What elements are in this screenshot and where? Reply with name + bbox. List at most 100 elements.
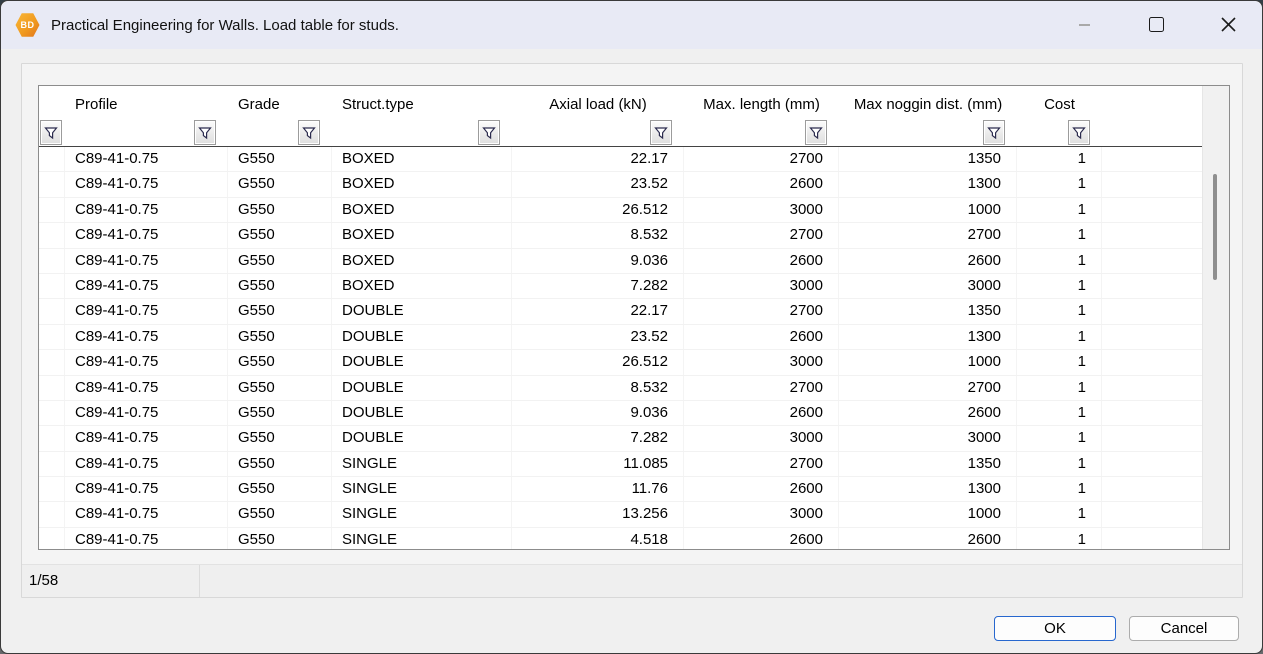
filter-cell-axial-load-kn[interactable] — [512, 116, 684, 146]
column-header-grade[interactable]: Grade — [228, 96, 332, 116]
minimize-button[interactable] — [1061, 1, 1107, 48]
filter-cell-struct-type[interactable] — [332, 116, 512, 146]
cell-profile[interactable]: C89-41-0.75 — [65, 223, 228, 247]
cell-cost[interactable]: 1 — [1017, 376, 1102, 400]
column-header-axial-load-kn[interactable]: Axial load (kN) — [512, 96, 684, 116]
cell-cost[interactable]: 1 — [1017, 223, 1102, 247]
cell-axial-load-kn[interactable]: 7.282 — [512, 426, 684, 450]
cell-profile[interactable]: C89-41-0.75 — [65, 376, 228, 400]
cell-axial-load-kn[interactable]: 26.512 — [512, 350, 684, 374]
row-indicator-cell[interactable] — [39, 376, 65, 400]
cell-struct-type[interactable]: SINGLE — [332, 477, 512, 501]
cell-profile[interactable]: C89-41-0.75 — [65, 147, 228, 171]
cell-struct-type[interactable]: BOXED — [332, 223, 512, 247]
cell-cost[interactable]: 1 — [1017, 249, 1102, 273]
cell-cost[interactable]: 1 — [1017, 502, 1102, 526]
cell-axial-load-kn[interactable]: 13.256 — [512, 502, 684, 526]
filter-button-row-indicator[interactable] — [40, 120, 62, 145]
cell-grade[interactable]: G550 — [228, 477, 332, 501]
column-header-struct-type[interactable]: Struct.type — [332, 96, 512, 116]
cell-cost[interactable]: 1 — [1017, 401, 1102, 425]
cell-max-length-mm[interactable]: 2700 — [684, 452, 839, 476]
cell-profile[interactable]: C89-41-0.75 — [65, 401, 228, 425]
cell-profile[interactable]: C89-41-0.75 — [65, 198, 228, 222]
table-row[interactable]: C89-41-0.75G550DOUBLE8.532270027001 — [39, 376, 1229, 401]
filter-cell-max-noggin-dist-mm[interactable] — [839, 116, 1017, 146]
cell-struct-type[interactable]: BOXED — [332, 198, 512, 222]
close-button[interactable] — [1205, 1, 1251, 48]
cell-profile[interactable]: C89-41-0.75 — [65, 325, 228, 349]
cell-profile[interactable]: C89-41-0.75 — [65, 477, 228, 501]
cell-struct-type[interactable]: DOUBLE — [332, 299, 512, 323]
cell-profile[interactable]: C89-41-0.75 — [65, 528, 228, 549]
cell-grade[interactable]: G550 — [228, 249, 332, 273]
cell-max-noggin-dist-mm[interactable]: 2700 — [839, 223, 1017, 247]
filter-button-max-length-mm[interactable] — [805, 120, 827, 145]
filter-button-cost[interactable] — [1068, 120, 1090, 145]
cell-max-length-mm[interactable]: 2700 — [684, 376, 839, 400]
cell-max-length-mm[interactable]: 3000 — [684, 426, 839, 450]
cell-axial-load-kn[interactable]: 23.52 — [512, 325, 684, 349]
cell-max-noggin-dist-mm[interactable]: 2600 — [839, 401, 1017, 425]
row-indicator-cell[interactable] — [39, 452, 65, 476]
row-indicator-cell[interactable] — [39, 401, 65, 425]
row-indicator-cell[interactable] — [39, 198, 65, 222]
filter-cell-grade[interactable] — [228, 116, 332, 146]
row-indicator-cell[interactable] — [39, 350, 65, 374]
cell-axial-load-kn[interactable]: 8.532 — [512, 223, 684, 247]
cell-grade[interactable]: G550 — [228, 274, 332, 298]
cell-struct-type[interactable]: DOUBLE — [332, 350, 512, 374]
cell-axial-load-kn[interactable]: 8.532 — [512, 376, 684, 400]
cell-grade[interactable]: G550 — [228, 401, 332, 425]
table-row[interactable]: C89-41-0.75G550DOUBLE23.52260013001 — [39, 325, 1229, 350]
cell-struct-type[interactable]: SINGLE — [332, 452, 512, 476]
cell-max-noggin-dist-mm[interactable]: 1300 — [839, 172, 1017, 196]
cell-axial-load-kn[interactable]: 26.512 — [512, 198, 684, 222]
table-row[interactable]: C89-41-0.75G550SINGLE13.256300010001 — [39, 502, 1229, 527]
cell-struct-type[interactable]: DOUBLE — [332, 401, 512, 425]
cell-grade[interactable]: G550 — [228, 528, 332, 549]
cell-grade[interactable]: G550 — [228, 502, 332, 526]
cell-max-length-mm[interactable]: 2600 — [684, 528, 839, 549]
cell-max-noggin-dist-mm[interactable]: 1350 — [839, 452, 1017, 476]
cell-max-noggin-dist-mm[interactable]: 1000 — [839, 198, 1017, 222]
cell-profile[interactable]: C89-41-0.75 — [65, 502, 228, 526]
cell-cost[interactable]: 1 — [1017, 299, 1102, 323]
cell-cost[interactable]: 1 — [1017, 452, 1102, 476]
filter-cell-profile[interactable] — [65, 116, 228, 146]
cell-axial-load-kn[interactable]: 7.282 — [512, 274, 684, 298]
cell-struct-type[interactable]: DOUBLE — [332, 376, 512, 400]
cell-max-noggin-dist-mm[interactable]: 1300 — [839, 477, 1017, 501]
cell-max-length-mm[interactable]: 2600 — [684, 172, 839, 196]
cell-profile[interactable]: C89-41-0.75 — [65, 172, 228, 196]
cell-max-length-mm[interactable]: 2600 — [684, 325, 839, 349]
filter-button-max-noggin-dist-mm[interactable] — [983, 120, 1005, 145]
filter-cell-max-length-mm[interactable] — [684, 116, 839, 146]
cell-axial-load-kn[interactable]: 11.76 — [512, 477, 684, 501]
vertical-scrollbar[interactable] — [1202, 86, 1229, 549]
cell-cost[interactable]: 1 — [1017, 172, 1102, 196]
cell-profile[interactable]: C89-41-0.75 — [65, 299, 228, 323]
cell-grade[interactable]: G550 — [228, 426, 332, 450]
filter-button-struct-type[interactable] — [478, 120, 500, 145]
table-row[interactable]: C89-41-0.75G550DOUBLE7.282300030001 — [39, 426, 1229, 451]
filter-cell-cost[interactable] — [1017, 116, 1102, 146]
table-row[interactable]: C89-41-0.75G550DOUBLE22.17270013501 — [39, 299, 1229, 324]
cell-cost[interactable]: 1 — [1017, 477, 1102, 501]
cell-struct-type[interactable]: SINGLE — [332, 502, 512, 526]
table-row[interactable]: C89-41-0.75G550BOXED9.036260026001 — [39, 249, 1229, 274]
column-header-cost[interactable]: Cost — [1017, 96, 1102, 116]
cell-struct-type[interactable]: SINGLE — [332, 528, 512, 549]
cell-struct-type[interactable]: DOUBLE — [332, 426, 512, 450]
cell-max-length-mm[interactable]: 3000 — [684, 198, 839, 222]
maximize-button[interactable] — [1133, 1, 1179, 48]
cell-profile[interactable]: C89-41-0.75 — [65, 452, 228, 476]
cell-struct-type[interactable]: DOUBLE — [332, 325, 512, 349]
cell-axial-load-kn[interactable]: 22.17 — [512, 147, 684, 171]
row-indicator-cell[interactable] — [39, 502, 65, 526]
scrollbar-thumb[interactable] — [1213, 174, 1217, 280]
row-indicator-cell[interactable] — [39, 528, 65, 549]
cell-max-noggin-dist-mm[interactable]: 1350 — [839, 147, 1017, 171]
cell-max-noggin-dist-mm[interactable]: 2700 — [839, 376, 1017, 400]
cell-cost[interactable]: 1 — [1017, 274, 1102, 298]
